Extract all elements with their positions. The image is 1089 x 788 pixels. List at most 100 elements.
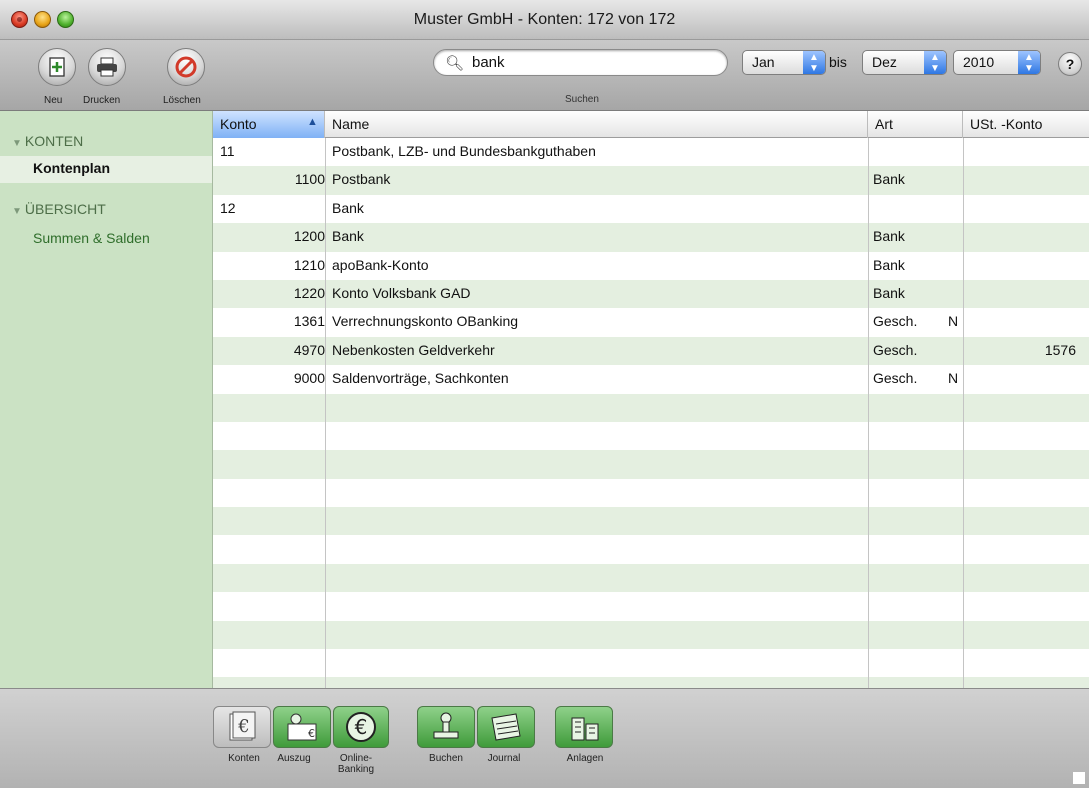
table-row[interactable]: 12 Bank bbox=[213, 195, 1089, 223]
cell-art: Gesch. bbox=[873, 313, 918, 330]
title-bar: Muster GmbH - Konten: 172 von 172 bbox=[0, 0, 1089, 40]
toolbar: Neu Drucken Löschen 🔍︎ bank Suchen Jan ▲… bbox=[0, 40, 1089, 111]
from-month-value: Jan bbox=[752, 54, 775, 70]
empty-row bbox=[213, 479, 1089, 507]
window-title: Muster GmbH - Konten: 172 von 172 bbox=[413, 11, 676, 28]
empty-row bbox=[213, 620, 1089, 650]
sort-ascending-icon: ▲ bbox=[307, 116, 318, 128]
column-label: USt. -Konto bbox=[970, 116, 1043, 132]
column-header-ust-konto[interactable]: USt. -Konto bbox=[963, 111, 1089, 138]
table-row[interactable]: 1361 Verrechnungskonto OBanking Gesch. N bbox=[213, 308, 1089, 336]
table-row[interactable]: 1210 apoBank-Konto Bank bbox=[213, 252, 1089, 280]
empty-row bbox=[213, 563, 1089, 593]
new-document-icon bbox=[49, 57, 65, 77]
svg-text:€: € bbox=[355, 715, 368, 739]
online-banking-button[interactable]: € bbox=[333, 706, 389, 748]
cell-konto: 12 bbox=[220, 199, 236, 216]
euro-card-icon: € bbox=[229, 711, 256, 741]
year-value: 2010 bbox=[963, 54, 995, 70]
stamp-icon bbox=[433, 712, 459, 739]
empty-row bbox=[213, 592, 1089, 620]
new-button[interactable] bbox=[38, 48, 76, 86]
cell-name: apoBank-Konto bbox=[332, 256, 429, 273]
cell-art: Gesch. bbox=[873, 341, 918, 358]
help-button[interactable]: ? bbox=[1058, 52, 1082, 76]
cell-konto: 1210 bbox=[293, 256, 325, 273]
empty-row bbox=[213, 422, 1089, 450]
sidebar: ▼ KONTEN Kontenplan ▼ ÜBERSICHT Summen & S… bbox=[0, 111, 213, 688]
accounts-table: Konto ▲ Name Art USt. -Konto 11 Postbank… bbox=[213, 111, 1089, 688]
column-label: Konto bbox=[220, 116, 257, 132]
cell-art: Gesch. bbox=[873, 370, 918, 387]
to-month-value: Dez bbox=[872, 54, 897, 70]
empty-row bbox=[213, 507, 1089, 536]
bis-label: bis bbox=[829, 54, 847, 70]
buchen-label: Buchen bbox=[429, 753, 463, 764]
column-divider bbox=[868, 138, 869, 688]
column-label: Name bbox=[332, 116, 370, 132]
cell-art: Bank bbox=[873, 228, 905, 245]
app-window: Muster GmbH - Konten: 172 von 172 Neu Dr… bbox=[0, 0, 1089, 788]
svg-text:€: € bbox=[237, 716, 249, 737]
sidebar-group-label: KONTEN bbox=[24, 133, 84, 149]
updown-arrows-icon: ▲ ▼ bbox=[803, 51, 825, 74]
svg-text:€: € bbox=[308, 727, 315, 740]
sidebar-group-uebersicht[interactable]: ▼ ÜBERSICHT bbox=[12, 201, 106, 217]
journal-button[interactable] bbox=[477, 706, 535, 748]
prohibited-icon bbox=[175, 56, 197, 78]
column-divider bbox=[325, 138, 326, 688]
table-row[interactable]: 11 Postbank, LZB- und Bundesbankguthaben bbox=[213, 138, 1089, 166]
online-banking-label-line2: Banking bbox=[337, 764, 375, 775]
auszug-button[interactable]: € bbox=[273, 706, 331, 748]
anlagen-button[interactable] bbox=[555, 706, 613, 748]
cell-name: Postbank, LZB- und Bundesbankguthaben bbox=[332, 143, 596, 159]
journal-book-icon bbox=[491, 713, 521, 741]
disclosure-triangle-icon: ▼ bbox=[12, 138, 22, 149]
journal-label: Journal bbox=[487, 753, 521, 764]
search-input[interactable]: 🔍︎ bank bbox=[433, 49, 728, 76]
updown-arrows-icon: ▲ ▼ bbox=[1018, 51, 1040, 74]
konten-button[interactable]: € bbox=[213, 706, 271, 748]
delete-button[interactable] bbox=[167, 48, 205, 86]
search-label: Suchen bbox=[565, 94, 599, 105]
column-header-name[interactable]: Name bbox=[325, 111, 868, 138]
cell-flag: N bbox=[948, 313, 959, 330]
delete-label: Löschen bbox=[163, 95, 201, 106]
from-month-select[interactable]: Jan ▲ ▼ bbox=[742, 50, 826, 75]
buildings-icon bbox=[571, 717, 599, 741]
table-row[interactable]: 1100 Postbank Bank bbox=[213, 166, 1089, 195]
sidebar-group-konten[interactable]: ▼ KONTEN bbox=[12, 133, 83, 149]
auszug-label: Auszug bbox=[277, 753, 311, 764]
sidebar-item-kontenplan[interactable]: Kontenplan bbox=[33, 160, 110, 176]
cell-art: Bank bbox=[873, 256, 905, 273]
search-icon: 🔍︎ bbox=[445, 55, 465, 72]
empty-row bbox=[213, 450, 1089, 479]
year-select[interactable]: 2010 ▲ ▼ bbox=[953, 50, 1041, 75]
cell-konto: 1361 bbox=[293, 313, 325, 330]
table-body: 11 Postbank, LZB- und Bundesbankguthaben… bbox=[213, 138, 1089, 688]
table-row[interactable]: 1220 Konto Volksbank GAD Bank bbox=[213, 279, 1089, 309]
cell-name: Bank bbox=[332, 199, 364, 216]
print-button[interactable] bbox=[88, 48, 126, 86]
empty-row bbox=[213, 649, 1089, 677]
cell-name: Bank bbox=[332, 228, 364, 245]
cell-art: Bank bbox=[873, 284, 905, 301]
table-row[interactable]: 9000 Saldenvorträge, Sachkonten Gesch. N bbox=[213, 365, 1089, 393]
table-row[interactable]: 1200 Bank Bank bbox=[213, 223, 1089, 252]
bottom-bar: € € € Konten Auszug Online- Banking Buch… bbox=[0, 688, 1089, 788]
column-header-konto[interactable]: Konto ▲ bbox=[213, 111, 325, 138]
search-value: bank bbox=[472, 54, 505, 71]
sidebar-group-label: ÜBERSICHT bbox=[24, 201, 106, 217]
cell-name: Postbank bbox=[332, 171, 391, 188]
cell-flag: N bbox=[948, 370, 959, 387]
sidebar-item-summen-salden[interactable]: Summen & Salden bbox=[33, 230, 150, 246]
to-month-select[interactable]: Dez ▲ ▼ bbox=[862, 50, 947, 75]
cell-konto: 9000 bbox=[293, 370, 325, 387]
resize-grip[interactable] bbox=[1073, 772, 1085, 784]
updown-arrows-icon: ▲ ▼ bbox=[924, 51, 946, 74]
table-row[interactable]: 4970 Nebenkosten Geldverkehr Gesch. 1576 bbox=[213, 336, 1089, 366]
column-header-art[interactable]: Art bbox=[868, 111, 963, 138]
column-label: Art bbox=[875, 116, 893, 132]
buchen-button[interactable] bbox=[417, 706, 475, 748]
cell-ust-konto: 1576 bbox=[1044, 341, 1076, 358]
